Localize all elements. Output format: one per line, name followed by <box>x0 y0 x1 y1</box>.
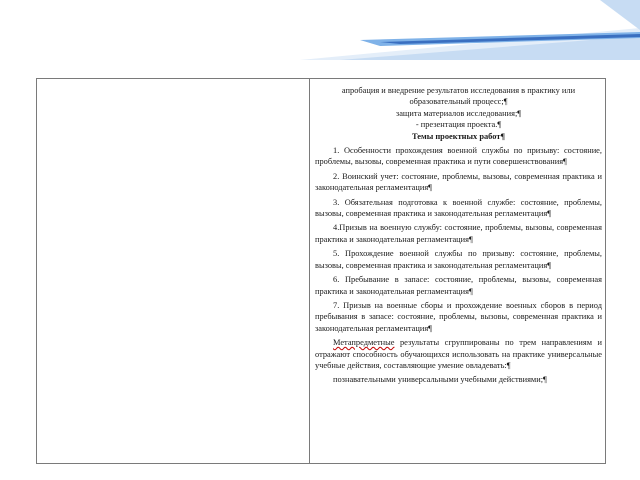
topic-item: 3. Обязательная подготовка к военной слу… <box>315 197 602 219</box>
topic-item: 4.Призыв на военную службу: состояние, п… <box>315 223 602 244</box>
doc-last-line: познавательными универсальными учебными … <box>333 375 547 385</box>
table-left-column <box>37 79 310 463</box>
topics-heading: Темы проектных работ¶ <box>412 131 505 141</box>
topic-item: 6. Пребывание в запасе: состояние, пробл… <box>315 275 602 296</box>
topic-item: 5. Прохождение военной службы по призыву… <box>315 249 602 270</box>
topic-item: 1. Особенности прохождения военной служб… <box>315 146 602 167</box>
metasubject-term: Метапредметные <box>333 338 395 348</box>
topic-item: 7. Призыв на военные сборы и прохождение… <box>315 300 602 333</box>
slide-header-band <box>0 0 640 60</box>
doc-line: защита материалов исследования;¶ <box>395 108 522 118</box>
header-decoration <box>300 0 640 60</box>
doc-line: апробация и внедрение результатов исслед… <box>341 86 576 107</box>
document-table: апробация и внедрение результатов исслед… <box>36 78 606 464</box>
table-right-column: апробация и внедрение результатов исслед… <box>310 79 607 463</box>
metasubject-paragraph: Метапредметные результаты сгруппированы … <box>315 337 602 371</box>
topic-item: 2. Воинский учет: состояние, проблемы, в… <box>315 171 602 193</box>
doc-line: - презентация проекта.¶ <box>415 120 502 130</box>
